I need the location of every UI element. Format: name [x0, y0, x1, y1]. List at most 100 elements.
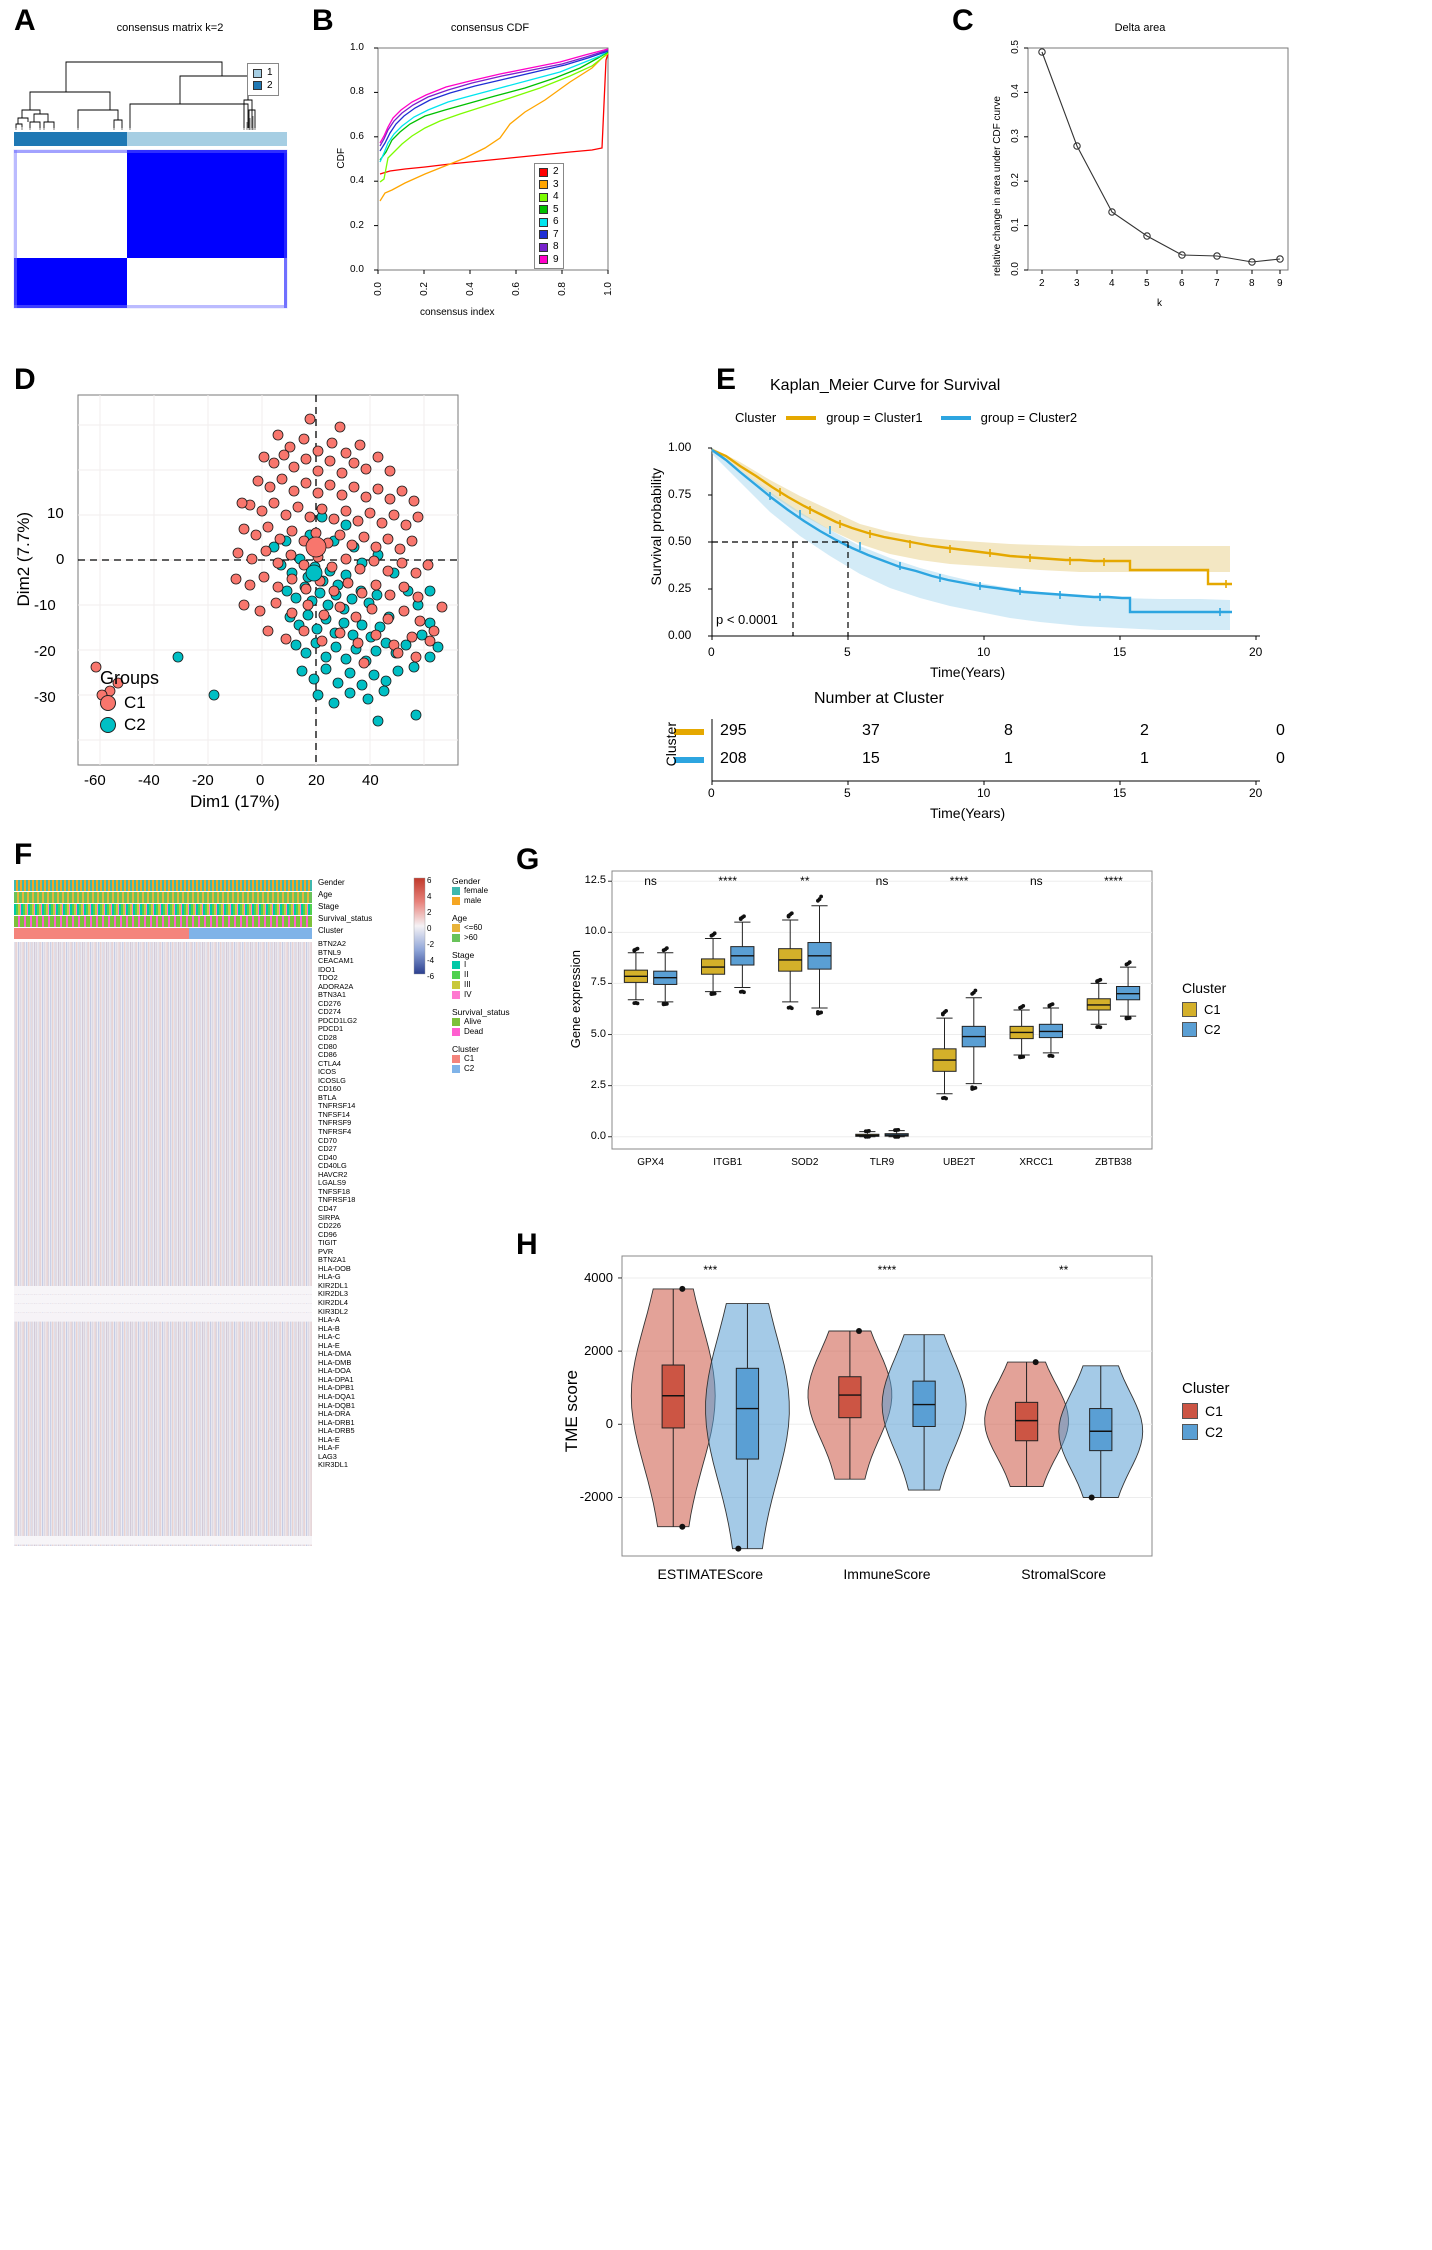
annotation-legend-row[interactable]: <=60 — [452, 923, 552, 933]
panel-d-xtick: 0 — [256, 772, 265, 789]
panel-g-xtick: UBE2T — [943, 1157, 976, 1168]
legend-row[interactable]: 8 — [539, 241, 559, 254]
panel-e-xtick: 10 — [977, 645, 991, 659]
annotation-track-cluster-c1 — [14, 928, 189, 939]
box — [1089, 1408, 1113, 1452]
panel-g-xtick: TLR9 — [869, 1157, 895, 1168]
panel-e-legend: Cluster group = Cluster1 group = Cluster… — [735, 410, 1077, 425]
annotation-legend-row[interactable]: C1 — [452, 1054, 552, 1064]
annotation-legend-row[interactable]: IV — [452, 990, 552, 1000]
outlier-point — [709, 933, 714, 938]
outlier-point — [679, 1523, 686, 1530]
legend-row[interactable]: 4 — [539, 191, 559, 204]
outlier-point — [789, 1006, 794, 1011]
panel-b-xlabel: consensus index — [420, 307, 495, 318]
legend-row[interactable]: 5 — [539, 204, 559, 217]
legend-row-c1[interactable]: C1 — [100, 693, 159, 713]
matrix-block-c — [14, 258, 127, 308]
track-label-age: Age — [318, 890, 333, 899]
outlier-point — [970, 1087, 975, 1091]
annotation-legend-row[interactable]: I — [452, 960, 552, 970]
outlier-point — [786, 1005, 791, 1010]
matrix-edge-left — [14, 150, 17, 308]
legend-row[interactable]: 9 — [539, 254, 559, 267]
outlier-point — [738, 989, 743, 994]
significance-label: ** — [800, 874, 810, 888]
legend-row[interactable]: 7 — [539, 229, 559, 242]
annotation-legend-row[interactable]: male — [452, 896, 552, 906]
panel-b-ytick: 0.8 — [350, 86, 364, 97]
panel-e-xtick: 15 — [1113, 645, 1127, 659]
panel-b-ylabel: CDF — [336, 148, 347, 169]
panel-c-ytick: 0.0 — [1010, 262, 1021, 276]
panel-g-xtick: XRCC1 — [1019, 1157, 1054, 1168]
panel-c-ylabel: relative change in area under CDF curve — [992, 96, 1003, 277]
annotation-legend-swatch — [452, 991, 460, 999]
panel-b-legend: 2 3 4 5 6 7 8 9 — [534, 163, 564, 269]
legend-row[interactable]: 1 — [253, 67, 273, 80]
annotation-legend-swatch — [452, 1018, 460, 1026]
panel-label-c: C — [952, 4, 974, 37]
annotation-legend-row[interactable]: Alive — [452, 1017, 552, 1027]
panel-h-ylabel: TME score — [562, 1370, 581, 1453]
panel-e-xlabel: Time(Years) — [930, 664, 1006, 680]
risk-cell: 37 — [862, 722, 880, 739]
legend-row-c1[interactable]: C1 — [1182, 1403, 1230, 1419]
annotation-track-cluster-c2 — [189, 928, 312, 939]
legend-label: C2 — [124, 715, 146, 734]
panel-b-svg — [374, 47, 609, 274]
legend-label: 6 — [553, 216, 559, 227]
annotation-track-survival — [14, 916, 312, 927]
outlier-point — [735, 1545, 742, 1552]
panel-c-xtick: 6 — [1179, 278, 1185, 289]
legend-row-c2[interactable]: C2 — [1182, 1022, 1226, 1037]
centroid-c2 — [305, 564, 323, 582]
legend-row[interactable]: 6 — [539, 216, 559, 229]
significance-label: *** — [703, 1263, 717, 1277]
heatmap-row-light — [14, 1286, 312, 1295]
legend-row-c2[interactable]: C2 — [1182, 1424, 1230, 1440]
annotation-legend-swatch — [452, 971, 460, 979]
outlier-point — [632, 948, 637, 953]
box — [912, 1380, 936, 1427]
legend-row[interactable]: 2 — [253, 80, 273, 93]
annotation-legend-row[interactable]: Dead — [452, 1027, 552, 1037]
legend-swatch-c1 — [1182, 1403, 1198, 1419]
panel-c-svg — [1024, 47, 1289, 274]
annotation-legend-swatch — [452, 934, 460, 942]
legend-row-c2[interactable]: C2 — [100, 715, 159, 735]
panel-e-pvalue: p < 0.0001 — [716, 612, 778, 627]
panel-c-xlabel: k — [1157, 298, 1162, 309]
annotation-legend-label: female — [464, 886, 489, 895]
outlier-point — [661, 1002, 666, 1007]
annotation-legend-label: male — [464, 896, 482, 905]
panel-e-plot — [660, 440, 1280, 670]
outlier-point — [970, 991, 975, 996]
panel-h-xtick: StromalScore — [1021, 1566, 1107, 1582]
legend-label: 1 — [267, 67, 273, 78]
annotation-track-age — [14, 892, 312, 903]
legend-row[interactable]: 2 — [539, 166, 559, 179]
panel-e-xtick: 0 — [708, 645, 715, 659]
significance-label: ns — [876, 874, 889, 888]
panel-e-svg — [708, 447, 1260, 640]
dendrogram — [15, 61, 256, 128]
annotation-legend-row[interactable]: C2 — [452, 1064, 552, 1074]
legend-row-c1[interactable]: C1 — [1182, 1002, 1226, 1017]
annotation-legend-row[interactable]: >60 — [452, 933, 552, 943]
panel-h-svg: *** **** ** — [618, 1255, 1153, 1557]
annotation-legend-row[interactable]: II — [452, 970, 552, 980]
legend-row[interactable]: 3 — [539, 179, 559, 192]
panel-b-title: consensus CDF — [450, 22, 530, 34]
track-label-survival: Survival_status — [318, 914, 373, 923]
panel-c-xtick: 3 — [1074, 278, 1080, 289]
legend-swatch-9 — [539, 255, 548, 265]
box — [838, 1376, 862, 1419]
significance-label: ns — [644, 874, 657, 888]
annotation-legend-row[interactable]: female — [452, 886, 552, 896]
panel-c-frame — [1027, 47, 1289, 271]
panel-b-ytick: 0.6 — [350, 131, 364, 142]
panel-d-legend: Groups C1 C2 — [100, 668, 159, 735]
panel-e-xtick: 5 — [844, 645, 851, 659]
annotation-legend-row[interactable]: III — [452, 980, 552, 990]
